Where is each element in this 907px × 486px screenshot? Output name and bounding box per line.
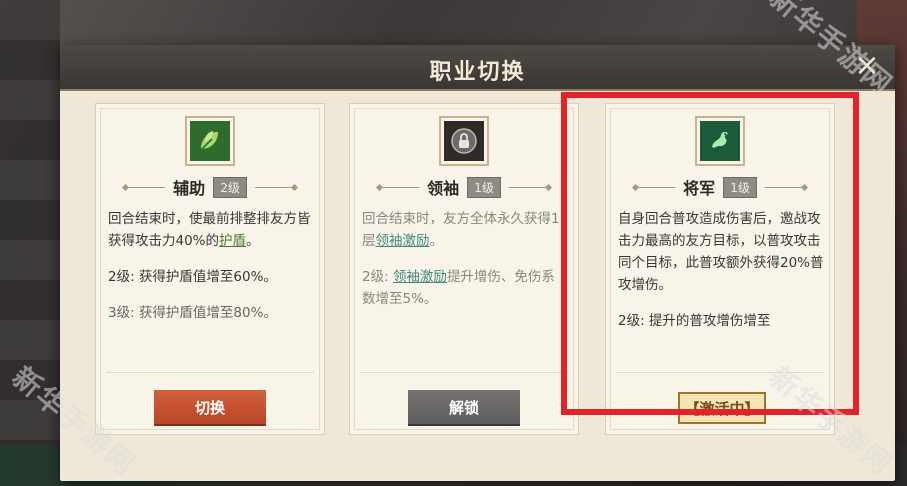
divider — [106, 372, 314, 373]
role-name: 辅助 — [173, 179, 206, 198]
leader-emblem — [439, 116, 489, 166]
divider-ornament — [125, 186, 166, 188]
switch-button[interactable]: 切换 — [154, 390, 266, 424]
lock-icon — [444, 121, 484, 161]
role-description: 回合结束时，友方全体永久获得1层领袖激励。 2级: 领袖激励提升增伤、免伤系数增… — [362, 208, 568, 324]
leaf-icon — [190, 121, 230, 161]
level-badge: 1级 — [467, 176, 501, 198]
dialog-title: 职业切换 — [429, 59, 526, 85]
role-header: 领袖 1级 — [350, 176, 578, 198]
role-header: 辅助 2级 — [96, 176, 324, 198]
level-badge: 2级 — [213, 176, 247, 198]
dialog-title-bar: 职业切换 × — [60, 45, 895, 91]
description-tail: 。 — [246, 233, 260, 249]
divider-ornament — [508, 186, 549, 188]
shield-keyword-link[interactable]: 护盾 — [219, 233, 246, 249]
description-tail: 。 — [429, 233, 444, 249]
highlight-box — [561, 92, 859, 415]
divider-ornament — [254, 186, 295, 188]
level2-prefix: 2级: — [362, 269, 393, 285]
level3-text: 3级: 获得护盾值增至80%。 — [108, 305, 277, 321]
role-card-leader: 领袖 1级 回合结束时，友方全体永久获得1层领袖激励。 2级: 领袖激励提升增伤… — [349, 103, 579, 435]
role-description: 回合结束时，使最前排整排友方皆获得攻击力40%的护盾。 2级: 获得护盾值增至6… — [108, 208, 314, 338]
level2-text: 2级: 获得护盾值增至60%。 — [108, 269, 277, 285]
support-emblem — [185, 116, 235, 166]
divider-ornament — [379, 186, 420, 188]
leader-inspire-link[interactable]: 领袖激励 — [376, 233, 430, 249]
divider — [360, 372, 568, 373]
description-text: 回合结束时，使最前排整排友方皆获得攻击力40%的 — [108, 211, 311, 249]
leader-inspire-link-2[interactable]: 领袖激励 — [393, 269, 447, 285]
role-name: 领袖 — [427, 179, 460, 198]
unlock-button[interactable]: 解锁 — [408, 390, 520, 424]
role-card-support: 辅助 2级 回合结束时，使最前排整排友方皆获得攻击力40%的护盾。 2级: 获得… — [95, 103, 325, 435]
